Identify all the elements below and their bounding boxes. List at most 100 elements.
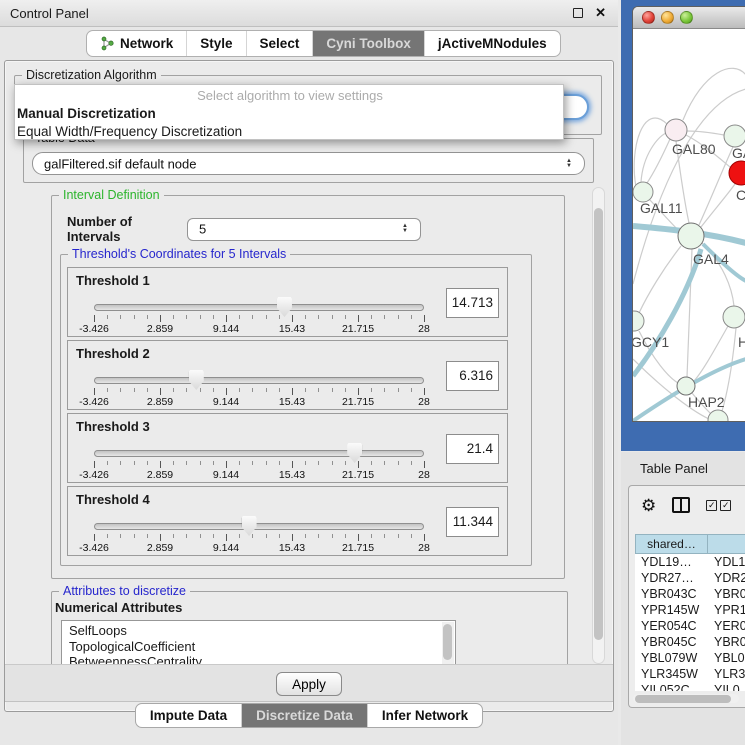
tab-network[interactable]: Network [87,31,187,56]
table-row[interactable]: YBL079WYBL0 [635,650,745,666]
threshold-slider[interactable] [94,304,424,311]
slider-track[interactable] [94,450,424,457]
tick-label: 21.715 [342,323,374,335]
slider-track[interactable] [94,377,424,384]
tick-mark [120,388,121,392]
table-row[interactable]: YER054CYER0 [635,618,745,634]
table-row[interactable]: YDL19…YDL1 [635,554,745,570]
network-edge[interactable] [641,133,666,182]
network-node[interactable] [729,161,745,185]
network-node[interactable] [708,410,728,422]
apply-button[interactable]: Apply [276,672,342,696]
checkbox-icon[interactable]: ✓ [706,500,717,511]
close-traffic-light-icon[interactable] [642,11,655,24]
node-label: C [736,187,745,203]
slider-thumb[interactable] [189,370,204,390]
threshold-slider[interactable] [94,523,424,530]
network-edge[interactable] [683,68,745,120]
tick-mark [332,534,333,538]
threshold-value-box[interactable]: 21.4 [446,434,499,464]
network-window-titlebar[interactable] [633,7,745,29]
threshold-value-box[interactable]: 14.713 [446,288,499,318]
table-row[interactable]: YPR145WYPR1 [635,602,745,618]
tick-mark [120,461,121,465]
network-edge[interactable] [639,246,681,313]
network-node[interactable] [633,311,644,331]
table-cell: YPR145W [635,602,708,618]
tick-label: 21.715 [342,542,374,554]
network-node[interactable] [677,377,695,395]
attribute-item[interactable]: BetweennessCentrality [69,654,455,664]
table-row[interactable]: YBR045CYBR0 [635,634,745,650]
table-panel-title: Table Panel [621,452,745,476]
slider-track[interactable] [94,304,424,311]
column-header[interactable]: shared… [635,534,708,554]
tab-cyni-toolbox[interactable]: Cyni Toolbox [313,31,425,56]
threshold-value-box[interactable]: 11.344 [446,507,499,537]
vertical-scrollbar[interactable] [592,187,605,664]
slider-thumb[interactable] [277,297,292,317]
network-edge[interactable] [647,139,670,183]
settings-gear-icon[interactable]: ⚙ [641,497,656,514]
slider-thumb[interactable] [347,443,362,463]
tick-mark [186,534,187,538]
bottom-tab-impute-data[interactable]: Impute Data [136,704,242,727]
network-node[interactable] [633,182,653,202]
algorithm-option[interactable]: Equal Width/Frequency Discretization [15,123,563,141]
algorithm-option-placeholder[interactable]: Select algorithm to view settings [15,87,563,105]
horizontal-scrollbar[interactable] [633,694,739,703]
bottom-tab-discretize-data[interactable]: Discretize Data [242,704,368,727]
tick-label: 9.144 [213,469,239,481]
table-data-group: Table Data galFiltered.sif default node … [23,138,594,183]
tick-mark [239,388,240,392]
attribute-item[interactable]: TopologicalCoefficient [69,639,455,655]
minimize-traffic-light-icon[interactable] [661,11,674,24]
close-icon[interactable]: ✕ [595,5,606,21]
bottom-tab-infer-network[interactable]: Infer Network [368,704,482,727]
slider-thumb[interactable] [242,516,257,536]
table-cell: YBR0 [708,634,745,650]
slider-track[interactable] [94,523,424,530]
threshold-value-box[interactable]: 6.316 [446,361,499,391]
tick-label: 9.144 [213,323,239,335]
network-node[interactable] [665,119,687,141]
split-columns-icon[interactable] [672,497,690,513]
table-row[interactable]: YLR345WYLR3 [635,666,745,682]
tick-mark [398,388,399,392]
tick-mark [305,461,306,465]
algorithm-option[interactable]: Manual Discretization [15,105,563,123]
table-row[interactable]: YIL052CYIL0 [635,682,745,691]
threshold-slider[interactable] [94,377,424,384]
column-header[interactable]: na [708,534,745,554]
tick-label: 28 [418,323,430,335]
network-node[interactable] [723,306,745,328]
number-of-intervals-select[interactable]: 5 ▲▼ [187,218,421,241]
network-edge[interactable] [699,147,733,225]
float-window-icon[interactable] [573,8,583,18]
table-row[interactable]: YDR27…YDR2 [635,570,745,586]
network-view-frame: GAL80GACGAL11GAL4GCY1HHAP2 [621,0,745,451]
tick-mark [292,461,293,468]
network-edge[interactable] [687,249,692,377]
table-row[interactable]: YBR043CYBR0 [635,586,745,602]
tab-select[interactable]: Select [247,31,314,56]
checkbox-icon[interactable]: ✓ [720,500,731,511]
network-node[interactable] [678,223,704,249]
list-scrollbar[interactable] [442,622,454,664]
attribute-item[interactable]: SelfLoops [69,623,455,639]
table-data-select[interactable]: galFiltered.sif default node ▲▼ [32,152,585,175]
threshold-slider[interactable] [94,450,424,457]
node-label: GAL80 [672,141,716,157]
tick-mark [107,461,108,465]
tab-label: jActiveMNodules [438,36,547,51]
network-node[interactable] [724,125,745,147]
tab-style[interactable]: Style [187,31,246,56]
tick-mark [252,315,253,319]
zoom-traffic-light-icon[interactable] [680,11,693,24]
slider-tick-labels: -3.4262.8599.14415.4321.71528 [94,396,424,409]
network-edge[interactable] [701,184,735,227]
tab-jactivemnodules[interactable]: jActiveMNodules [425,31,560,56]
network-canvas[interactable]: GAL80GACGAL11GAL4GCY1HHAP2 [633,29,745,422]
network-edge[interactable] [633,359,709,419]
tick-mark [107,388,108,392]
